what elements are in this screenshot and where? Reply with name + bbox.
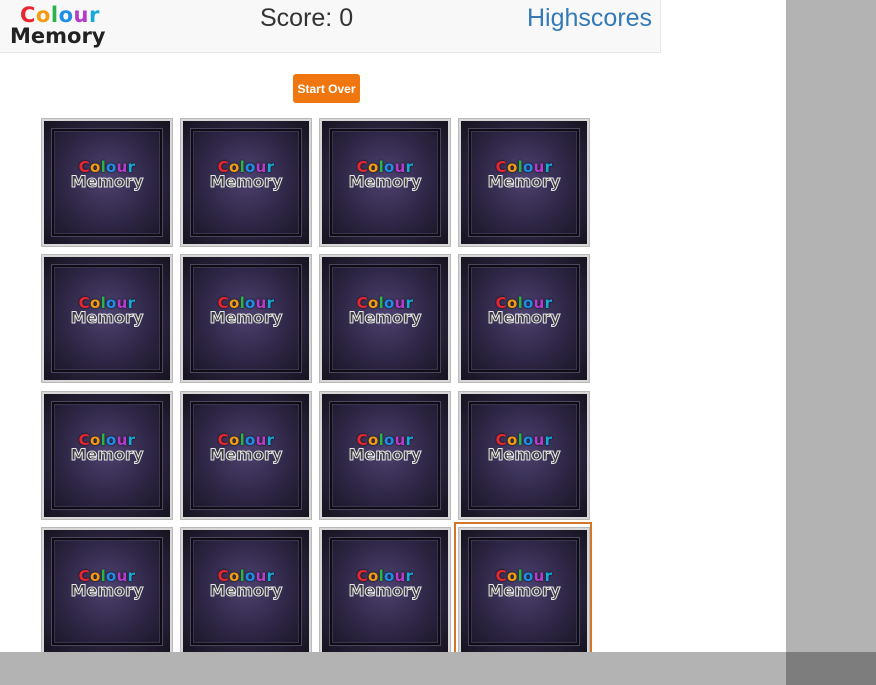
memory-card[interactable]: Colour Memory <box>41 527 173 652</box>
card-back-logo: Colour Memory <box>183 433 309 464</box>
card-logo-memory-text: Memory <box>348 172 422 191</box>
card-logo-memory-text: Memory <box>348 445 422 464</box>
card-logo-memory-text: Memory <box>209 581 283 600</box>
memory-card[interactable]: Colour Memory <box>319 254 451 383</box>
card-logo-memory-text: Memory <box>209 445 283 464</box>
top-navbar: Colour Memory Score: 0 Highscores <box>0 0 661 53</box>
card-back-logo: Colour Memory <box>44 160 170 191</box>
memory-card[interactable]: Colour Memory <box>319 118 451 247</box>
card-back-logo: Colour Memory <box>44 296 170 327</box>
memory-card[interactable]: Colour Memory <box>458 391 590 520</box>
card-back-logo: Colour Memory <box>461 296 587 327</box>
card-back-logo: Colour Memory <box>461 433 587 464</box>
score-display: Score: 0 <box>260 4 354 32</box>
memory-card[interactable]: Colour Memory <box>458 254 590 383</box>
memory-card[interactable]: Colour Memory <box>41 118 173 247</box>
card-back-logo: Colour Memory <box>322 433 448 464</box>
card-logo-memory-text: Memory <box>348 308 422 327</box>
card-back-logo: Colour Memory <box>461 569 587 600</box>
card-back-logo: Colour Memory <box>183 296 309 327</box>
highscores-link[interactable]: Highscores <box>527 4 652 33</box>
card-logo-memory-text: Memory <box>487 308 561 327</box>
card-logo-memory-text: Memory <box>487 445 561 464</box>
card-back-logo: Colour Memory <box>322 569 448 600</box>
memory-card[interactable]: Colour Memory <box>180 527 312 652</box>
memory-card[interactable]: Colour Memory <box>458 527 590 652</box>
card-back-logo: Colour Memory <box>461 160 587 191</box>
scrollbar-corner <box>786 652 876 685</box>
memory-card[interactable]: Colour Memory <box>319 527 451 652</box>
card-back-logo: Colour Memory <box>44 569 170 600</box>
card-logo-memory-text: Memory <box>487 581 561 600</box>
card-back-logo: Colour Memory <box>322 160 448 191</box>
memory-card[interactable]: Colour Memory <box>41 391 173 520</box>
card-logo-memory-text: Memory <box>209 172 283 191</box>
vertical-scrollbar[interactable] <box>786 0 876 652</box>
card-back-logo: Colour Memory <box>183 160 309 191</box>
memory-card[interactable]: Colour Memory <box>180 391 312 520</box>
memory-card[interactable]: Colour Memory <box>458 118 590 247</box>
memory-card[interactable]: Colour Memory <box>180 254 312 383</box>
card-logo-memory-text: Memory <box>70 172 144 191</box>
card-logo-memory-text: Memory <box>209 308 283 327</box>
start-over-button[interactable]: Start Over <box>293 74 360 103</box>
memory-card[interactable]: Colour Memory <box>41 254 173 383</box>
card-back-logo: Colour Memory <box>183 569 309 600</box>
colour-memory-logo: Colour Memory <box>10 4 110 50</box>
memory-card[interactable]: Colour Memory <box>319 391 451 520</box>
card-logo-memory-text: Memory <box>70 581 144 600</box>
card-back-logo: Colour Memory <box>322 296 448 327</box>
card-back-logo: Colour Memory <box>44 433 170 464</box>
card-logo-memory-text: Memory <box>70 308 144 327</box>
card-logo-memory-text: Memory <box>348 581 422 600</box>
logo-memory-text: Memory <box>10 24 106 48</box>
memory-card[interactable]: Colour Memory <box>180 118 312 247</box>
page-viewport: Colour Memory Score: 0 Highscores Start … <box>0 0 786 652</box>
card-logo-memory-text: Memory <box>487 172 561 191</box>
logo-colour-text: Colour <box>20 3 100 27</box>
horizontal-scrollbar[interactable] <box>0 652 786 685</box>
card-logo-memory-text: Memory <box>70 445 144 464</box>
